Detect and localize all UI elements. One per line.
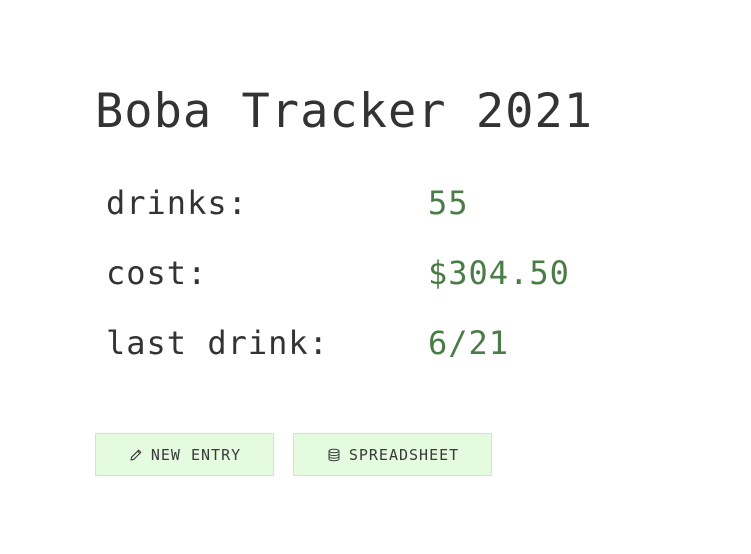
- action-buttons: NEW ENTRY SPREADSHEET: [95, 433, 492, 476]
- last-drink-label: last drink:: [106, 324, 329, 362]
- stat-row-cost: cost: $304.50: [106, 254, 593, 324]
- page-title: Boba Tracker 2021: [95, 84, 594, 139]
- stats-table: drinks: 55 cost: $304.50 last drink: 6/2…: [106, 184, 593, 394]
- spreadsheet-button[interactable]: SPREADSHEET: [293, 433, 492, 476]
- spreadsheet-label: SPREADSHEET: [348, 445, 460, 464]
- tracker-page: Boba Tracker 2021 drinks: 55 cost: $304.…: [95, 82, 593, 394]
- new-entry-label: NEW ENTRY: [150, 445, 242, 464]
- database-icon: [326, 447, 342, 463]
- cost-value: $304.50: [428, 254, 570, 292]
- drinks-value: 55: [428, 184, 469, 222]
- stat-row-last-drink: last drink: 6/21: [106, 324, 593, 394]
- drinks-label: drinks:: [106, 184, 248, 222]
- last-drink-value: 6/21: [428, 324, 510, 362]
- pencil-icon: [128, 447, 144, 463]
- stat-row-drinks: drinks: 55: [106, 184, 593, 254]
- new-entry-button[interactable]: NEW ENTRY: [95, 433, 274, 476]
- cost-label: cost:: [106, 254, 208, 292]
